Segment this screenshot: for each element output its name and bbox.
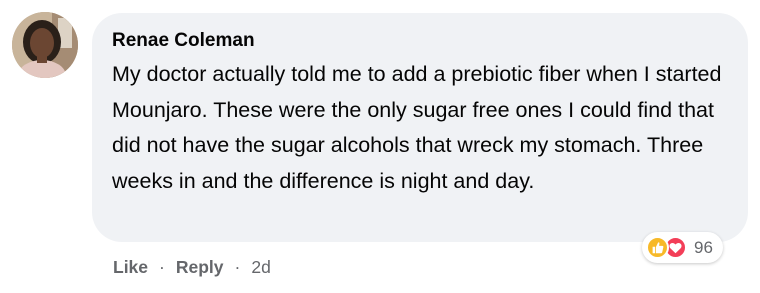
reactions-summary[interactable]: 96: [642, 232, 723, 263]
comment-author[interactable]: Renae Coleman: [112, 29, 728, 53]
separator-dot: ·: [159, 257, 165, 277]
comment-timestamp[interactable]: 2d: [251, 257, 270, 278]
comment: Renae Coleman My doctor actually told me…: [0, 0, 760, 293]
separator-dot: ·: [234, 257, 241, 277]
avatar[interactable]: [12, 12, 78, 78]
comment-bubble: Renae Coleman My doctor actually told me…: [92, 13, 748, 242]
like-button[interactable]: Like: [113, 257, 148, 278]
reaction-count: 96: [694, 237, 713, 257]
reply-button[interactable]: Reply: [176, 257, 224, 278]
like-icon: [646, 236, 669, 259]
profile-photo-icon: [12, 12, 78, 78]
comment-text: My doctor actually told me to add a preb…: [112, 62, 722, 193]
comment-actions: Like · Reply · 2d: [113, 257, 271, 278]
